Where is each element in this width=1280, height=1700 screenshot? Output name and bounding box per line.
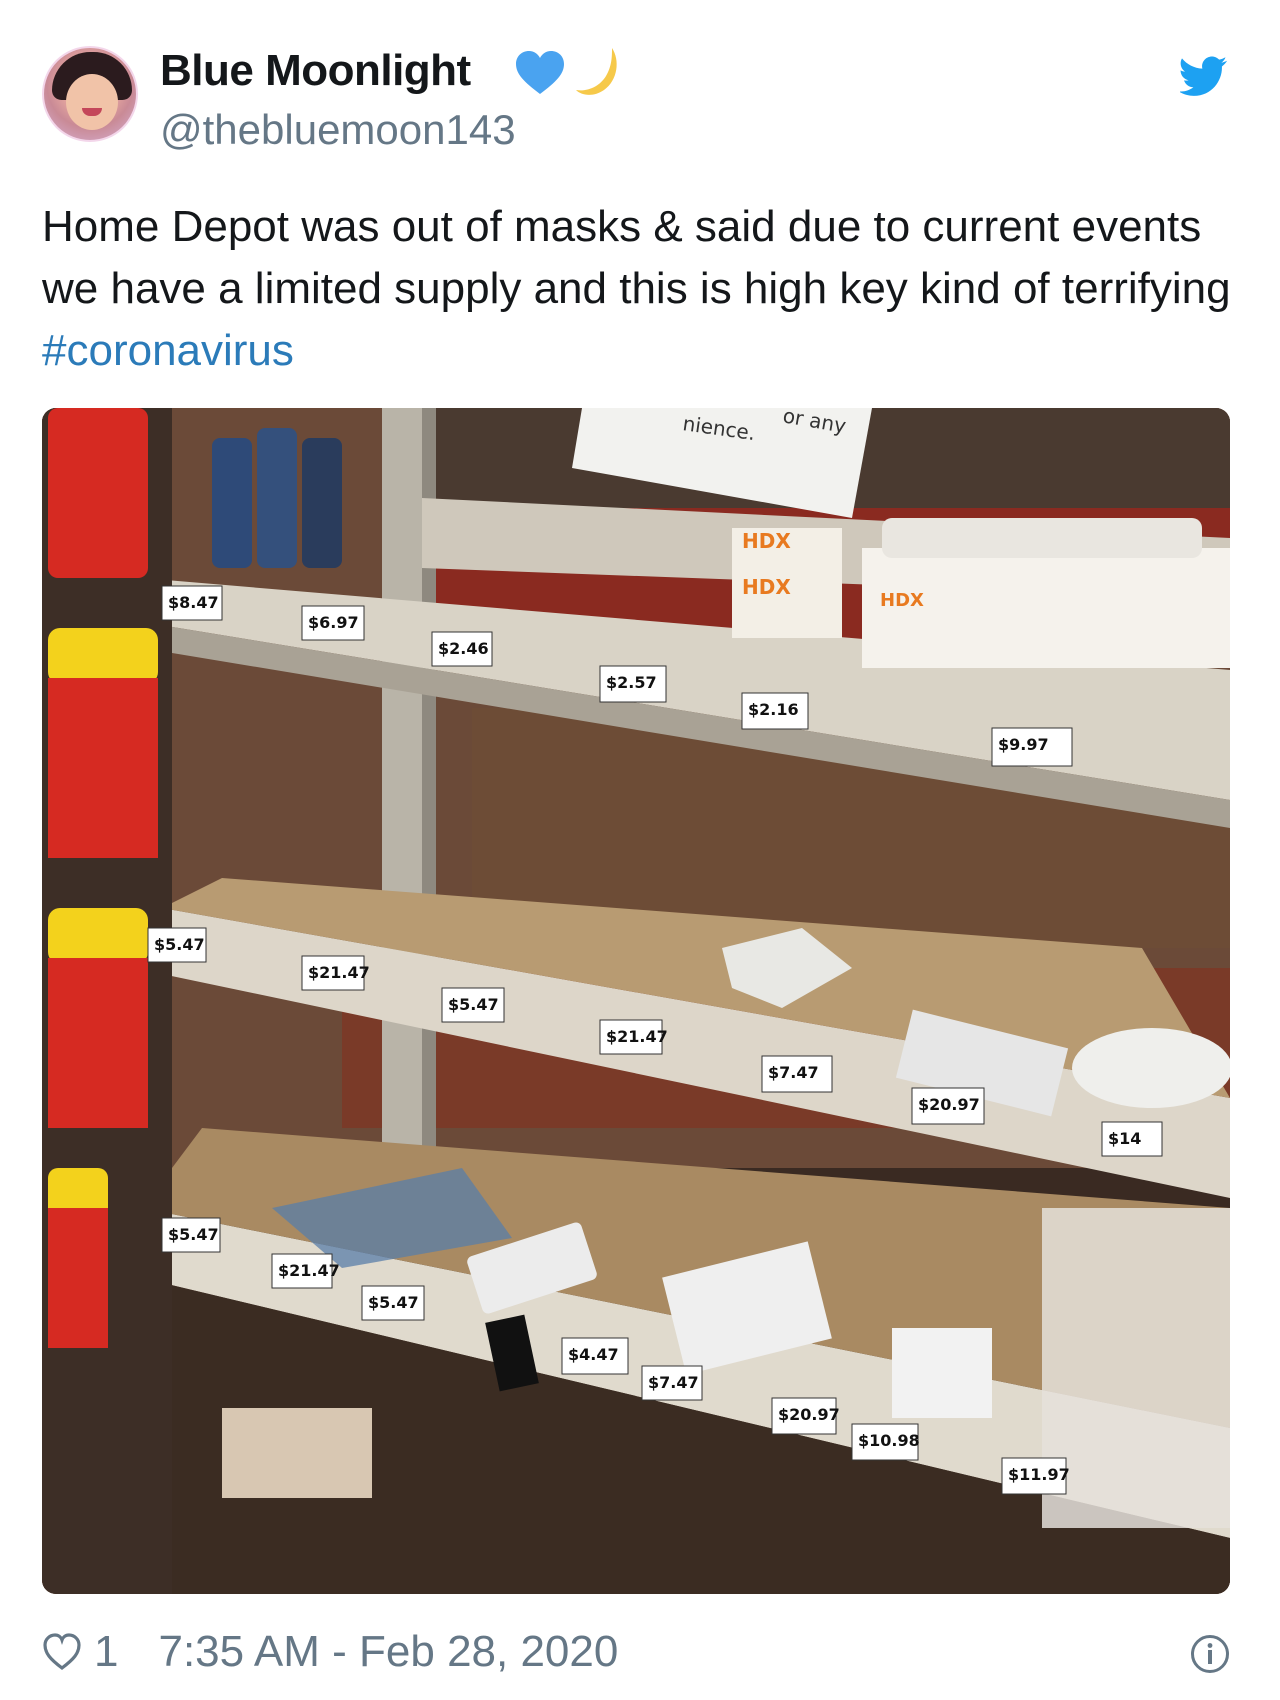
product-brand-2: HDX	[742, 575, 791, 599]
blue-heart-icon	[516, 51, 564, 94]
price-tag-6: $5.47	[154, 935, 205, 954]
price-tag-5: $9.97	[998, 735, 1049, 754]
tweet-card: Blue Moonlight @thebluemoon143 Home Depo…	[0, 0, 1280, 1700]
price-tag-14: $21.47	[278, 1261, 340, 1280]
price-tag-4: $2.16	[748, 700, 799, 719]
hashtag-link[interactable]: #coronavirus	[42, 326, 294, 375]
price-tag-18: $20.97	[778, 1405, 840, 1424]
price-tag-11: $20.97	[918, 1095, 980, 1114]
product-brand-1: HDX	[742, 529, 791, 553]
price-tag-16: $4.47	[568, 1345, 619, 1364]
price-tag-9: $21.47	[606, 1027, 668, 1046]
price-tag-10: $7.47	[768, 1063, 819, 1082]
price-tag-20: $11.97	[1008, 1465, 1070, 1484]
tweet-body: Home Depot was out of masks & said due t…	[42, 202, 1231, 313]
heart-icon[interactable]	[42, 1632, 82, 1672]
product-brand-3: HDX	[880, 590, 924, 611]
price-tag-8: $5.47	[448, 995, 499, 1014]
avatar[interactable]	[42, 46, 138, 142]
price-tag-13: $5.47	[168, 1225, 219, 1244]
display-name[interactable]: Blue Moonlight	[160, 46, 471, 96]
photo-empty-shelves: nience. or any HDX HDX HDX $8.47$6.97$2.…	[42, 408, 1230, 1594]
price-tag-2: $2.46	[438, 639, 489, 658]
avatar-face	[66, 74, 118, 130]
price-tag-1: $6.97	[308, 613, 359, 632]
like-count[interactable]: 1	[94, 1627, 118, 1677]
price-tag-12: $14	[1108, 1129, 1141, 1148]
price-tag-0: $8.47	[168, 593, 219, 612]
crescent-moon-icon	[576, 48, 617, 95]
tweet-photo[interactable]: nience. or any HDX HDX HDX $8.47 $6.97 $…	[42, 408, 1230, 1594]
price-tag-17: $7.47	[648, 1373, 699, 1392]
twitter-bird-icon[interactable]	[1180, 56, 1228, 98]
timestamp[interactable]: 7:35 AM - Feb 28, 2020	[158, 1627, 618, 1677]
tweet-footer: 1 7:35 AM - Feb 28, 2020	[42, 1622, 618, 1682]
price-tag-15: $5.47	[368, 1293, 419, 1312]
tweet-text: Home Depot was out of masks & said due t…	[42, 196, 1242, 382]
price-tag-19: $10.98	[858, 1431, 920, 1450]
price-tag-7: $21.47	[308, 963, 370, 982]
user-handle[interactable]: @thebluemoon143	[160, 106, 516, 154]
info-icon[interactable]	[1190, 1634, 1230, 1674]
price-tag-3: $2.57	[606, 673, 657, 692]
